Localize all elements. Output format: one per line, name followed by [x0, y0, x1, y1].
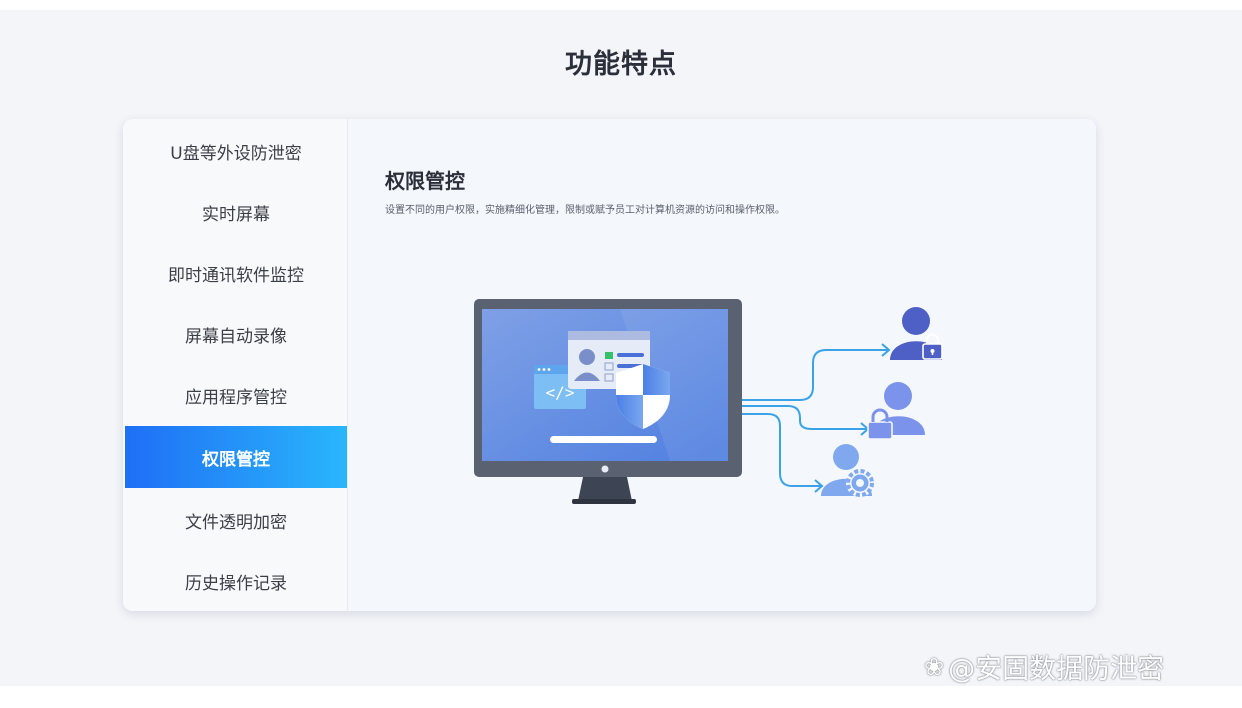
feature-sidebar: U盘等外设防泄密 实时屏幕 即时通讯软件监控 屏幕自动录像 应用程序管控 权限管…	[123, 119, 348, 611]
sidebar-item-im-monitor[interactable]: 即时通讯软件监控	[125, 242, 347, 304]
watermark: ❀ @安固数据防泄密	[924, 647, 1164, 686]
sidebar-item-screen-record[interactable]: 屏幕自动录像	[125, 303, 347, 365]
permission-illustration: </>	[474, 299, 943, 504]
sidebar-item-app-control[interactable]: 应用程序管控	[125, 364, 347, 426]
monitor-icon	[474, 299, 742, 504]
sidebar-item-history[interactable]: 历史操作记录	[125, 550, 347, 611]
sidebar-item-realtime-screen[interactable]: 实时屏幕	[125, 181, 347, 243]
user-lock-icon	[867, 382, 925, 440]
sidebar-item-encryption[interactable]: 文件透明加密	[125, 489, 347, 551]
screen-bar	[550, 436, 657, 443]
user-lock-icon	[890, 307, 943, 360]
content-description: 设置不同的用户权限，实施精细化管理，限制或赋予员工对计算机资源的访问和操作权限。	[385, 205, 785, 216]
content-title: 权限管控	[385, 169, 465, 193]
feature-content: 权限管控 设置不同的用户权限，实施精细化管理，限制或赋予员工对计算机资源的访问和…	[348, 119, 1096, 611]
arrow-lines	[742, 343, 891, 493]
page-title: 功能特点	[565, 49, 677, 80]
sidebar-item-permission[interactable]: 权限管控	[125, 426, 347, 488]
weibo-icon: ❀	[924, 652, 945, 681]
feature-card: U盘等外设防泄密 实时屏幕 即时通讯软件监控 屏幕自动录像 应用程序管控 权限管…	[123, 119, 1096, 611]
user-gear-icon	[821, 444, 874, 497]
sidebar-item-usb[interactable]: U盘等外设防泄密	[125, 120, 347, 182]
watermark-text: @安固数据防泄密	[948, 654, 1165, 685]
